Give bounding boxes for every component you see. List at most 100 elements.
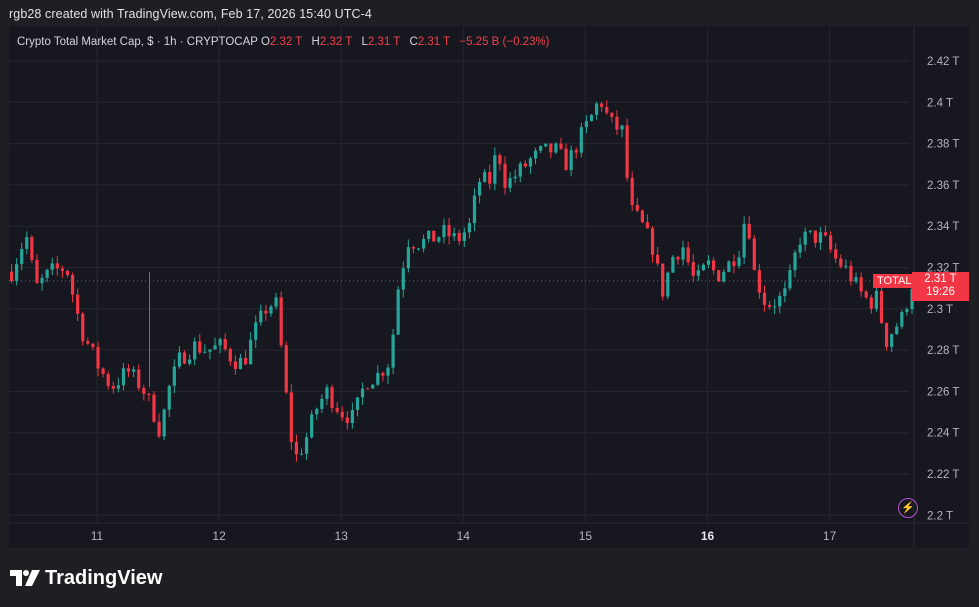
candle-down [284, 345, 288, 393]
candle-up [20, 248, 24, 265]
candle-down [564, 148, 568, 171]
candle-down [70, 274, 75, 295]
candle-down [96, 347, 100, 369]
candle-up [477, 181, 482, 196]
candle-up [584, 121, 589, 128]
candle-down [289, 392, 293, 442]
candle-up [513, 176, 517, 179]
candle-down [635, 204, 639, 211]
candle-up [305, 437, 309, 454]
candle-up [620, 125, 624, 130]
candle-up [493, 155, 497, 184]
candle-down [335, 407, 339, 412]
candle-up [518, 163, 522, 177]
candle-up [874, 290, 879, 309]
candle-down [656, 254, 660, 264]
candle-down [615, 116, 619, 130]
candle-down [447, 225, 451, 237]
candle-up [254, 322, 258, 340]
candle-down [640, 210, 644, 223]
y-tick-label: 2.4 T [927, 97, 953, 109]
candle-down [81, 313, 85, 342]
candle-down [813, 230, 817, 243]
candle-down [600, 103, 604, 107]
legend-low-label: L [361, 36, 368, 48]
candle-down [732, 261, 736, 266]
candle-down [30, 237, 34, 260]
candle-up [783, 288, 787, 296]
candle-up [386, 367, 390, 376]
candle-down [884, 322, 889, 347]
candle-down [849, 265, 853, 282]
legend-open-value: 2.32 T [269, 36, 303, 48]
y-tick-label: 2.26 T [927, 386, 959, 398]
candle-up [360, 388, 365, 398]
candle-down [126, 368, 131, 372]
candle-up [442, 225, 446, 238]
candle-down [111, 386, 115, 389]
candle-down [35, 259, 39, 284]
candlestick-chart[interactable]: 2.42 T 2.4 T 2.38 T 2.36 T 2.34 T 2.32 T 2.3 T… [9, 26, 969, 548]
candle-up [742, 223, 746, 258]
candle-up [350, 410, 354, 424]
candle-up [462, 232, 466, 242]
candle-up [177, 352, 182, 367]
candle-up [299, 453, 304, 455]
candle-down [839, 258, 843, 267]
candle-up [727, 261, 731, 272]
candle-down [330, 387, 334, 408]
chart-panel[interactable]: Crypto Total Market Cap, $ · 1h · CRYPTO… [9, 26, 969, 548]
y-tick-label: 2.38 T [927, 139, 959, 151]
candle-up [396, 289, 400, 335]
candle-down [834, 249, 838, 259]
candle-up [681, 247, 685, 260]
candle-down [650, 228, 655, 255]
candle-down [182, 352, 187, 364]
candle-down [829, 235, 833, 250]
candle-down [762, 292, 767, 305]
candle-up [132, 369, 136, 372]
candle-up [452, 232, 456, 237]
candle-down [645, 222, 650, 229]
candle-down [279, 297, 283, 346]
candle-up [40, 277, 44, 284]
candle-down [625, 125, 629, 178]
lightning-bolt-icon[interactable]: ⚡ [898, 498, 918, 518]
candle-down [65, 270, 70, 275]
candle-up [467, 223, 472, 233]
candle-up [355, 397, 360, 411]
candle-up [793, 252, 797, 271]
candle-up [554, 143, 558, 153]
candle-up [722, 271, 726, 282]
candle-down [381, 372, 385, 376]
x-tick-label: 15 [579, 529, 593, 543]
last-price-tag: 2.31 T 19:26 [912, 272, 969, 301]
y-tick-label: 2.36 T [927, 180, 959, 192]
candle-down [757, 270, 761, 293]
candle-down [91, 343, 95, 348]
candle-down [549, 143, 553, 153]
candle-up [218, 338, 222, 346]
y-tick-label: 2.28 T [927, 345, 959, 357]
candle-up [579, 127, 583, 153]
candle-down [488, 171, 492, 184]
candle-up [310, 414, 314, 438]
candle-down [661, 263, 665, 297]
candle-down [411, 247, 416, 249]
x-tick-label: 16 [701, 529, 715, 543]
candle-down [879, 290, 884, 323]
candle-down [610, 112, 614, 117]
candle-down [859, 277, 863, 292]
candle-down [503, 163, 507, 188]
candle-up [696, 270, 700, 276]
candle-up [798, 244, 802, 253]
y-tick-label: 2.34 T [927, 221, 959, 233]
x-tick-label: 11 [91, 529, 104, 543]
tradingview-brand[interactable]: TradingView [10, 566, 162, 590]
candle-down [712, 260, 716, 271]
candle-up [671, 256, 675, 273]
candle-up [401, 268, 405, 290]
candle-down [198, 341, 202, 353]
candle-up [773, 306, 777, 308]
candle-up [15, 264, 19, 281]
